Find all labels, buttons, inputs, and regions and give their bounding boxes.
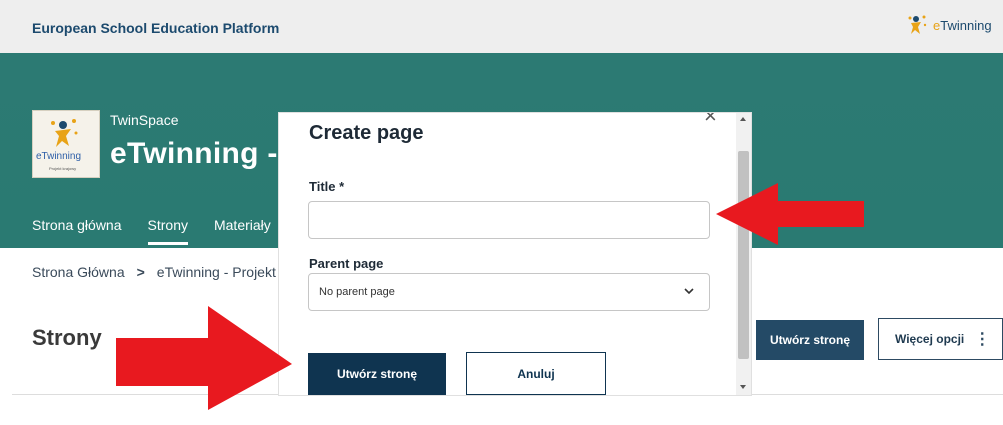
etwinning-logo[interactable]: eTwinning bbox=[906, 13, 992, 37]
red-arrow-right-icon bbox=[116, 306, 292, 410]
title-field-label: Title * bbox=[309, 179, 345, 194]
modal-create-button[interactable]: Utwórz stronę bbox=[308, 353, 446, 395]
create-page-modal: Create page × Title * Parent page No par… bbox=[279, 113, 751, 395]
tab-home[interactable]: Strona główna bbox=[32, 217, 122, 245]
create-page-button[interactable]: Utwórz stronę bbox=[756, 320, 864, 360]
twinspace-label: TwinSpace bbox=[110, 112, 179, 128]
modal-scrollbar[interactable] bbox=[736, 113, 751, 395]
more-options-button[interactable]: Więcej opcji ⋮ bbox=[878, 318, 1003, 360]
scroll-up-icon[interactable] bbox=[740, 117, 746, 121]
page-heading: Strony bbox=[32, 325, 102, 350]
project-title: eTwinning - P bbox=[110, 137, 307, 170]
project-logo-star-icon bbox=[51, 119, 78, 147]
title-input[interactable] bbox=[308, 201, 710, 239]
breadcrumb-home[interactable]: Strona Główna bbox=[32, 264, 125, 280]
etwinning-star-icon bbox=[908, 15, 927, 34]
breadcrumb-separator: > bbox=[136, 264, 145, 280]
etwinning-logo-text: eTwinning bbox=[933, 17, 992, 33]
red-arrow-left-icon bbox=[716, 183, 864, 245]
scroll-down-icon[interactable] bbox=[740, 385, 746, 389]
close-icon[interactable]: × bbox=[704, 113, 717, 129]
top-bar: European School Education Platform eTwin… bbox=[0, 0, 1003, 53]
parent-page-value: No parent page bbox=[319, 286, 395, 298]
platform-title[interactable]: European School Education Platform bbox=[32, 20, 279, 36]
modal-title: Create page bbox=[309, 122, 424, 144]
chevron-down-icon bbox=[684, 288, 694, 295]
parent-page-select[interactable]: No parent page bbox=[308, 273, 710, 311]
tab-pages[interactable]: Strony bbox=[147, 217, 189, 245]
more-options-label: Więcej opcji bbox=[895, 332, 965, 346]
project-logo: eTwinning Projekt krajowy bbox=[32, 110, 100, 178]
modal-cancel-button[interactable]: Anuluj bbox=[466, 352, 606, 395]
parent-page-label: Parent page bbox=[309, 256, 384, 271]
breadcrumb-current: eTwinning - Projekt bbox=[156, 264, 276, 280]
tab-materials[interactable]: Materiały bbox=[214, 217, 271, 245]
project-logo-text: eTwinning bbox=[36, 151, 82, 162]
page: European School Education Platform eTwin… bbox=[0, 0, 1003, 425]
project-logo-subtext: Projekt krajowy bbox=[49, 166, 77, 171]
project-tabs: Strona główna Strony Materiały bbox=[32, 217, 271, 245]
kebab-menu-icon: ⋮ bbox=[974, 331, 991, 348]
breadcrumb: Strona Główna > eTwinning - Projekt bbox=[32, 264, 276, 280]
